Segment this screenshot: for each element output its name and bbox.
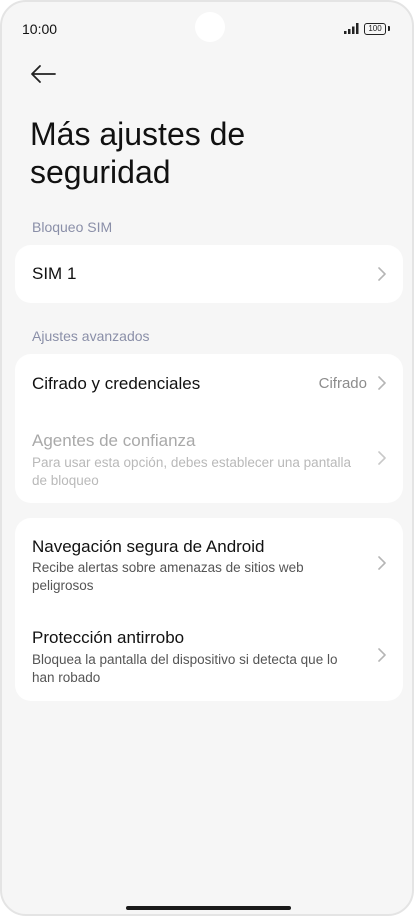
section-header-advanced: Ajustes avanzados — [32, 328, 150, 344]
phone-screen: 10:00 100 Más ajustes de seguridad Bloqu… — [0, 0, 414, 916]
trust-agents-item: Agentes de confianza Para usar esta opci… — [15, 414, 403, 503]
chevron-right-icon — [378, 648, 386, 662]
status-time: 10:00 — [22, 21, 58, 37]
anti-theft-item[interactable]: Protección antirrobo Bloquea la pantalla… — [15, 610, 403, 701]
home-indicator[interactable] — [126, 906, 291, 910]
sim-1-item[interactable]: SIM 1 — [15, 245, 403, 303]
safe-browsing-item[interactable]: Navegación segura de Android Recibe aler… — [15, 518, 403, 610]
battery-icon: 100 — [364, 23, 386, 35]
trust-agents-label: Agentes de confianza — [32, 431, 196, 450]
trust-agents-subtitle: Para usar esta opción, debes establecer … — [32, 455, 351, 488]
battery-tip — [388, 26, 390, 31]
chevron-right-icon — [378, 267, 386, 281]
signal-icon — [344, 23, 359, 34]
encryption-status-value: Cifrado — [318, 375, 367, 392]
page-title: Más ajustes de seguridad — [30, 116, 246, 190]
status-bar: 10:00 100 — [2, 2, 412, 54]
chevron-right-icon — [378, 451, 386, 465]
section-header-sim-lock: Bloqueo SIM — [32, 219, 113, 235]
sim-1-label: SIM 1 — [32, 264, 77, 283]
camera-cutout — [195, 12, 225, 42]
safe-browsing-subtitle: Recibe alertas sobre amenazas de sitios … — [32, 560, 304, 593]
encryption-credentials-item[interactable]: Cifrado y credenciales Cifrado — [15, 354, 403, 414]
anti-theft-label: Protección antirrobo — [32, 628, 185, 647]
back-arrow-icon[interactable] — [28, 60, 60, 88]
advanced-card: Cifrado y credenciales Cifrado Agentes d… — [15, 354, 403, 503]
encryption-credentials-label: Cifrado y credenciales — [32, 374, 201, 393]
safety-card: Navegación segura de Android Recibe aler… — [15, 518, 403, 701]
chevron-right-icon — [378, 556, 386, 570]
battery-level: 100 — [368, 24, 382, 33]
anti-theft-subtitle: Bloquea la pantalla del dispositivo si d… — [32, 652, 338, 685]
sim-card: SIM 1 — [15, 245, 403, 303]
safe-browsing-label: Navegación segura de Android — [32, 537, 265, 556]
chevron-right-icon — [378, 376, 386, 390]
